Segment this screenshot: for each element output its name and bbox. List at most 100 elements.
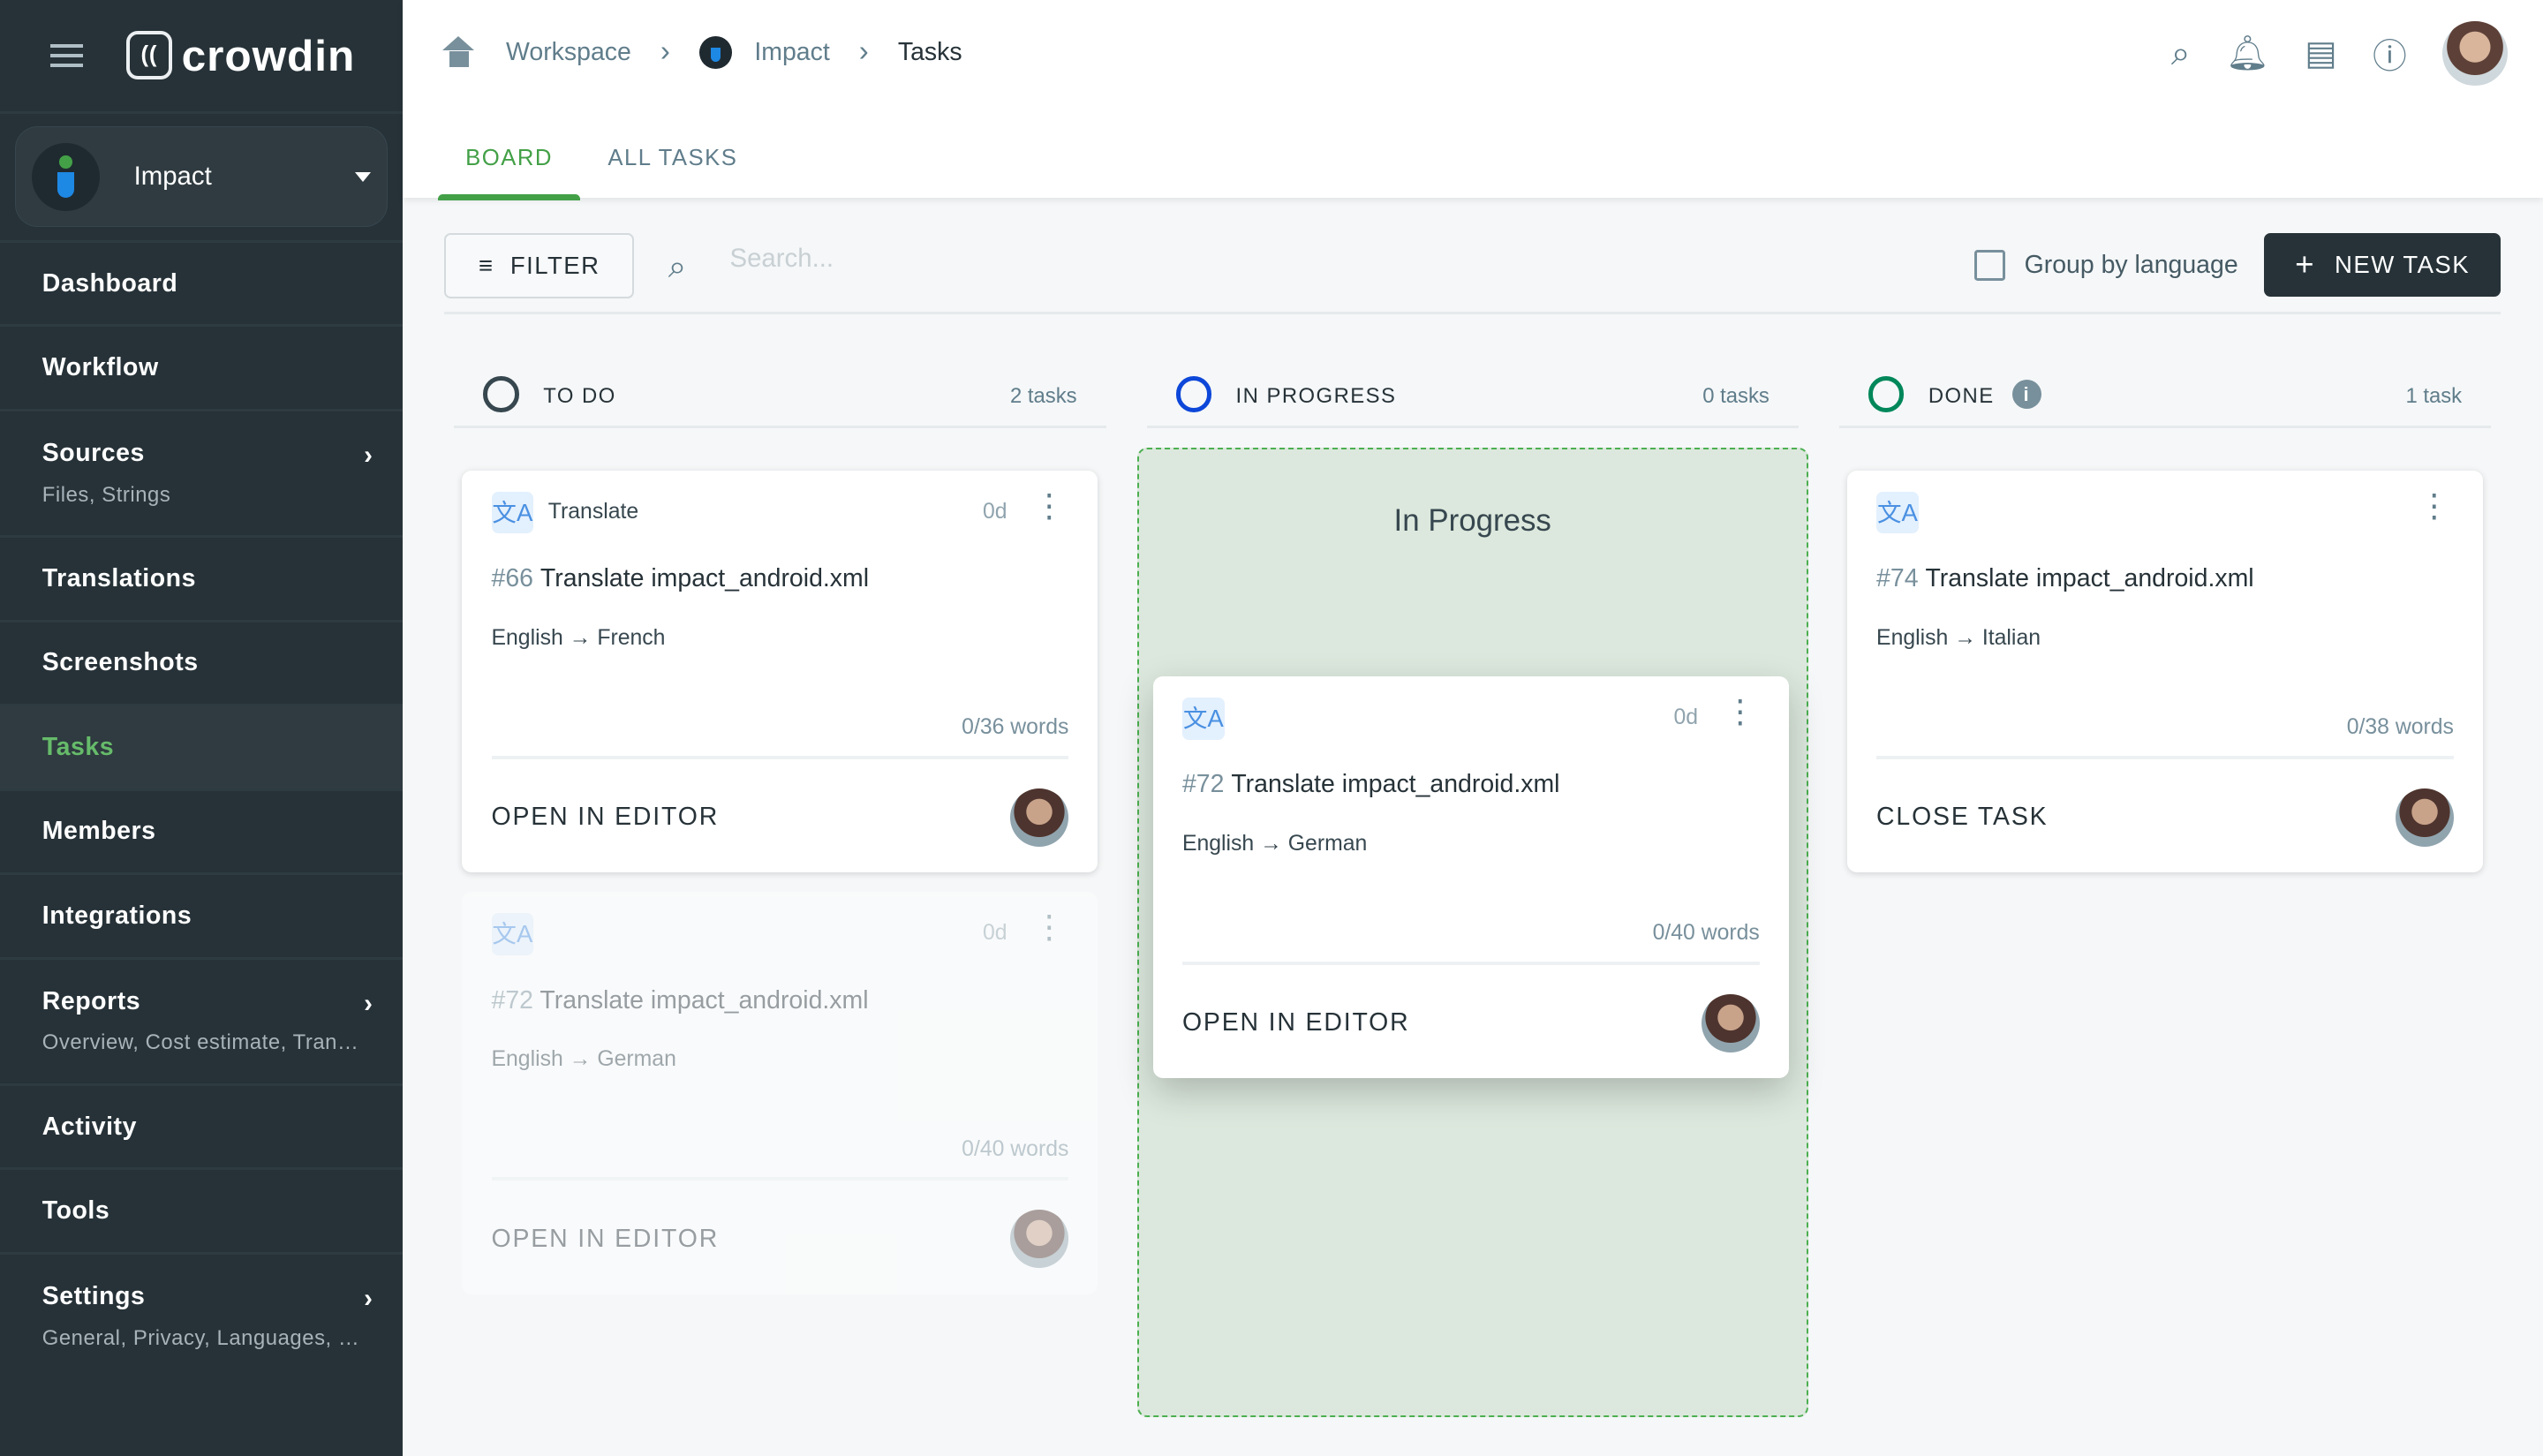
breadcrumb-project[interactable]: Impact	[754, 38, 829, 67]
divider	[491, 1177, 1069, 1181]
task-name: #66 Translate impact_android.xml	[491, 564, 870, 593]
column-count: 2 tasks	[1009, 384, 1077, 409]
sidebar-item-translations[interactable]: Translations	[0, 535, 403, 620]
header: Workspace › Impact › Tasks ⌕ 🔔︎ ▤ ⓘ BOAR…	[402, 0, 2543, 200]
column-header-in-progress: IN PROGRESS 0 tasks	[1146, 370, 1799, 428]
task-name: #72 Translate impact_android.xml	[1181, 770, 1560, 799]
chevron-right-icon: ›	[364, 1283, 374, 1313]
filter-button[interactable]: ≡ FILTER	[444, 233, 635, 298]
dragged-task-card[interactable]: 文A 0d ⋮ #72 Translate impact_android.xml…	[1152, 675, 1789, 1079]
divider	[1181, 962, 1760, 965]
drop-zone-label: In Progress	[1393, 502, 1551, 538]
assignee-avatar	[1701, 993, 1760, 1052]
task-words: 0/38 words	[2346, 714, 2454, 739]
home-icon[interactable]	[441, 36, 477, 69]
more-vert-icon[interactable]: ⋮	[1724, 695, 1756, 728]
sublabel: Files, Strings	[42, 482, 171, 507]
chevron-right-icon: ›	[364, 440, 374, 470]
chevron-right-icon: ›	[660, 35, 670, 69]
translate-icon: 文A	[491, 491, 534, 534]
label: Settings	[42, 1282, 146, 1311]
task-languages: English → German	[1181, 832, 1368, 856]
task-due: 0d	[983, 499, 1007, 524]
task-card[interactable]: 文A ⋮ #74 Translate impact_android.xml En…	[1847, 470, 2483, 873]
assignee-avatar	[1010, 788, 1069, 847]
sidebar-item-dashboard[interactable]: Dashboard	[0, 239, 403, 325]
sidebar-item-tasks[interactable]: Tasks	[0, 704, 403, 788]
logo-text: crowdin	[181, 30, 356, 80]
sidebar-item-screenshots[interactable]: Screenshots	[0, 619, 403, 705]
label: Tasks	[42, 732, 115, 761]
divider	[491, 755, 1069, 759]
open-in-editor-button[interactable]: OPEN IN EDITOR	[492, 803, 720, 832]
project-icon	[698, 36, 732, 69]
translate-icon: 文A	[491, 913, 534, 955]
checkbox[interactable]	[1973, 249, 2005, 281]
sidebar-item-settings[interactable]: Settings General, Privacy, Languages, Q..…	[0, 1251, 403, 1378]
more-vert-icon[interactable]: ⋮	[2418, 489, 2451, 523]
menu-icon[interactable]	[49, 43, 83, 67]
column-header-done: DONE i 1 task	[1838, 370, 2492, 428]
sidebar-item-members[interactable]: Members	[0, 788, 403, 873]
column-count: 1 task	[2405, 384, 2463, 409]
sidebar-item-reports[interactable]: Reports Overview, Cost estimate, Transl..…	[0, 956, 403, 1083]
chevron-right-icon: ›	[364, 988, 374, 1018]
translate-icon: 文A	[1181, 697, 1225, 740]
tab-all-tasks[interactable]: ALL TASKS	[580, 130, 766, 200]
new-task-button[interactable]: + NEW TASK	[2264, 233, 2501, 298]
label: Reports	[42, 986, 141, 1015]
chat-icon[interactable]: ▤	[2305, 34, 2336, 73]
open-in-editor-button[interactable]: OPEN IN EDITOR	[1182, 1008, 1410, 1037]
assignee-avatar	[1010, 1210, 1069, 1269]
close-task-button[interactable]: CLOSE TASK	[1876, 803, 2048, 832]
group-by-label: Group by language	[2024, 250, 2238, 279]
sidebar-item-activity[interactable]: Activity	[0, 1083, 403, 1168]
filter-icon: ≡	[478, 252, 494, 280]
sidebar-item-workflow[interactable]: Workflow	[0, 324, 403, 409]
sublabel: Overview, Cost estimate, Transl...	[42, 1030, 360, 1055]
label: Workflow	[42, 353, 159, 382]
user-avatar[interactable]	[2442, 20, 2508, 87]
label: Members	[42, 817, 156, 846]
task-languages: English → German	[491, 1047, 676, 1072]
sublabel: General, Privacy, Languages, Q...	[42, 1325, 360, 1350]
column-title: DONE	[1928, 384, 1995, 409]
sidebar-item-sources[interactable]: Sources Files, Strings ›	[0, 408, 403, 535]
sidebar: ((crowdin Impact Dashboard Workflow Sour…	[0, 0, 403, 1456]
task-languages: English → French	[491, 625, 666, 650]
tab-board[interactable]: BOARD	[437, 130, 580, 200]
status-circle-icon	[1175, 376, 1211, 412]
more-vert-icon[interactable]: ⋮	[1033, 489, 1066, 523]
task-words: 0/40 words	[1652, 921, 1760, 946]
bell-icon[interactable]: 🔔︎	[2226, 34, 2269, 73]
task-card[interactable]: 文A Translate 0d ⋮ #66 Translate impact_a…	[462, 470, 1098, 873]
new-task-label: NEW TASK	[2335, 251, 2471, 279]
column-header-todo: TO DO 2 tasks	[454, 370, 1106, 428]
assignee-avatar	[2395, 788, 2454, 847]
translate-icon: 文A	[1876, 491, 1919, 534]
help-icon[interactable]: ⓘ	[2373, 29, 2407, 79]
search-icon[interactable]: ⌕	[2171, 34, 2191, 73]
group-by-language-checkbox[interactable]: Group by language	[1973, 249, 2238, 281]
label: Sources	[42, 439, 145, 468]
crowdin-logo[interactable]: ((crowdin	[126, 30, 355, 81]
project-name: Impact	[133, 162, 212, 192]
project-avatar	[31, 142, 101, 211]
label: Tools	[42, 1196, 110, 1226]
toolbar: ≡ FILTER ⌕ Group by language + NEW TASK	[444, 233, 2501, 315]
sidebar-item-integrations[interactable]: Integrations	[0, 872, 403, 957]
task-languages: English → Italian	[1876, 625, 2041, 650]
column-count: 0 tasks	[1702, 384, 1770, 409]
task-name: #72 Translate impact_android.xml	[491, 985, 869, 1015]
search-input[interactable]	[729, 243, 1217, 274]
info-icon[interactable]: i	[2011, 379, 2041, 409]
open-in-editor-button: OPEN IN EDITOR	[491, 1224, 720, 1253]
project-selector[interactable]: Impact	[14, 126, 388, 228]
task-due: 0d	[983, 921, 1007, 946]
divider	[1876, 755, 2454, 759]
crowdin-logo-icon: ((	[126, 31, 172, 80]
sidebar-item-tools[interactable]: Tools	[0, 1167, 403, 1252]
task-card-placeholder: 文A 0d ⋮ #72 Translate impact_android.xml…	[462, 892, 1098, 1294]
breadcrumb-workspace[interactable]: Workspace	[506, 38, 631, 67]
label: Translations	[42, 563, 196, 592]
